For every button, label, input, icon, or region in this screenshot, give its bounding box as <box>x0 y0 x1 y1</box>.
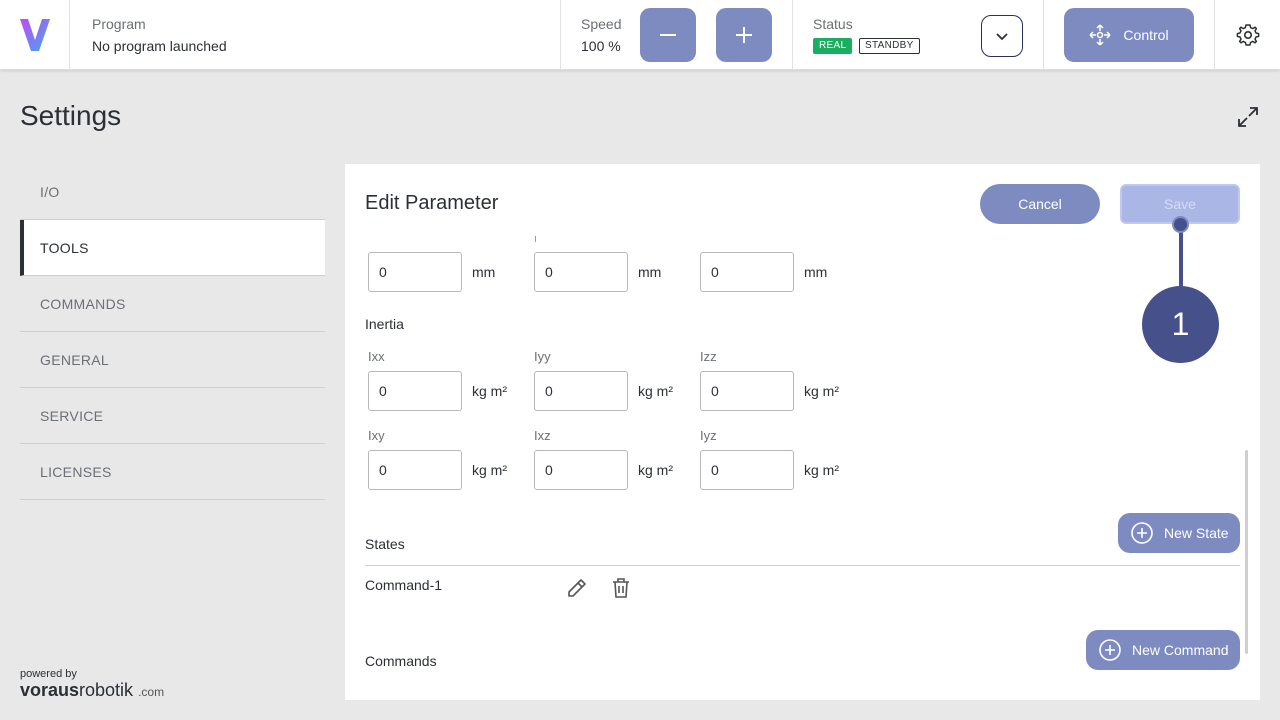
status-label: Status <box>813 16 853 32</box>
fullscreen-button[interactable] <box>1236 105 1260 129</box>
states-divider <box>365 565 1240 566</box>
sidebar-item-label: GENERAL <box>40 351 110 368</box>
edit-state-button[interactable] <box>565 576 589 600</box>
ixz-label: Ixz <box>534 428 551 443</box>
sidebar-item-label: I/O <box>40 183 60 200</box>
settings-sidebar: I/O TOOLS COMMANDS GENERAL SERVICE LICEN… <box>20 164 325 500</box>
sidebar-item-general[interactable]: GENERAL <box>20 332 325 388</box>
powered-by-footer: powered by vorаusrobotik .com <box>20 668 164 702</box>
panel-scrollbar[interactable] <box>1245 450 1248 654</box>
ixz-input[interactable]: 0 <box>534 450 628 490</box>
iyy-input[interactable]: 0 <box>534 371 628 411</box>
add-circle-icon <box>1131 522 1153 544</box>
control-label: Control <box>1123 27 1169 43</box>
status-section: Status REAL STANDBY <box>793 0 1044 70</box>
sidebar-item-licenses[interactable]: LICENSES <box>20 444 325 500</box>
program-section: Program No program launched <box>70 0 561 70</box>
speed-label: Speed <box>581 16 622 32</box>
status-badge-standby: STANDBY <box>859 38 920 54</box>
inertia-heading: Inertia <box>365 316 404 332</box>
annotation-pointer-line <box>1179 228 1183 290</box>
offset-x-input[interactable]: 0 <box>368 252 462 292</box>
offset-z-input[interactable]: 0 <box>700 252 794 292</box>
speed-value: 100 % <box>581 38 621 54</box>
speed-increase-button[interactable] <box>716 8 772 62</box>
cancel-button[interactable]: Cancel <box>980 184 1100 224</box>
sidebar-item-io[interactable]: I/O <box>20 164 325 220</box>
speed-section: Speed 100 % <box>561 0 793 70</box>
new-command-label: New Command <box>1132 642 1229 658</box>
panel-title: Edit Parameter <box>365 192 499 214</box>
izz-label: Izz <box>700 349 717 364</box>
status-expand-button[interactable] <box>981 15 1023 57</box>
annotation-pointer-dot <box>1172 216 1189 233</box>
ixx-input[interactable]: 0 <box>368 371 462 411</box>
plus-icon <box>736 27 752 43</box>
new-state-button[interactable]: New State <box>1118 513 1240 553</box>
app-logo[interactable] <box>0 0 70 70</box>
move-arrows-icon <box>1089 24 1111 46</box>
iyz-unit: kg m² <box>804 462 839 478</box>
clipped-label <box>535 236 539 242</box>
chevron-down-icon <box>996 33 1008 41</box>
offset-x-unit: mm <box>472 264 496 280</box>
ixz-unit: kg m² <box>638 462 673 478</box>
delete-state-button[interactable] <box>609 576 633 600</box>
brand-logo: vorаusrobotik .com <box>20 680 165 700</box>
control-button[interactable]: Control <box>1064 8 1194 62</box>
sidebar-item-label: TOOLS <box>40 239 89 256</box>
pencil-icon <box>568 579 586 597</box>
offset-y-unit: mm <box>638 264 662 280</box>
ixx-label: Ixx <box>368 349 385 364</box>
offset-y-input[interactable]: 0 <box>534 252 628 292</box>
states-heading: States <box>365 536 405 552</box>
ixy-unit: kg m² <box>472 462 507 478</box>
page-title: Settings <box>20 100 122 131</box>
new-command-button[interactable]: New Command <box>1086 630 1240 670</box>
iyz-label: Iyz <box>700 428 717 443</box>
minus-icon <box>660 34 676 36</box>
powered-by-text: powered by <box>20 668 77 680</box>
add-circle-icon <box>1099 639 1121 661</box>
sidebar-item-label: SERVICE <box>40 407 104 424</box>
ixx-unit: kg m² <box>472 383 507 399</box>
speed-decrease-button[interactable] <box>640 8 696 62</box>
izz-unit: kg m² <box>804 383 839 399</box>
sidebar-item-label: LICENSES <box>40 463 112 480</box>
expand-icon <box>1238 107 1258 127</box>
status-badge-real: REAL <box>813 38 853 54</box>
settings-button[interactable] <box>1214 0 1280 70</box>
annotation-step-marker: 1 <box>1142 286 1219 363</box>
commands-heading: Commands <box>365 653 437 669</box>
top-bar: Program No program launched Speed 100 % … <box>0 0 1280 70</box>
iyy-unit: kg m² <box>638 383 673 399</box>
edit-parameter-panel: Edit Parameter Cancel Save 0 mm 0 mm 0 m… <box>345 164 1260 700</box>
new-state-label: New State <box>1164 525 1229 541</box>
state-item-name: Command-1 <box>365 577 443 593</box>
sidebar-item-service[interactable]: SERVICE <box>20 388 325 444</box>
sidebar-item-commands[interactable]: COMMANDS <box>20 276 325 332</box>
iyy-label: Iyy <box>534 349 551 364</box>
trash-icon <box>613 578 629 598</box>
ixy-input[interactable]: 0 <box>368 450 462 490</box>
gear-icon <box>1236 24 1259 46</box>
sidebar-item-label: COMMANDS <box>40 295 126 312</box>
offset-z-unit: mm <box>804 264 828 280</box>
ixy-label: Ixy <box>368 428 385 443</box>
iyz-input[interactable]: 0 <box>700 450 794 490</box>
izz-input[interactable]: 0 <box>700 371 794 411</box>
logo-icon <box>19 19 50 51</box>
program-value: No program launched <box>92 38 227 54</box>
program-label: Program <box>92 16 146 32</box>
sidebar-item-tools[interactable]: TOOLS <box>20 220 325 276</box>
